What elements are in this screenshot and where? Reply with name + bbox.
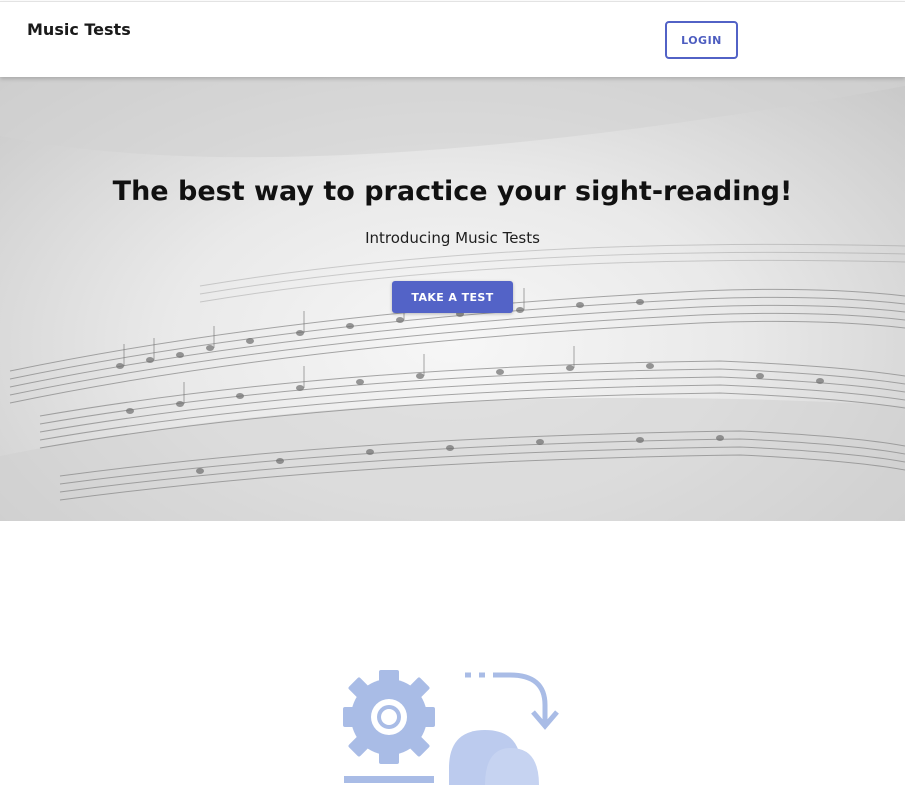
brand-title[interactable]: Music Tests xyxy=(27,20,131,39)
hero-section: The best way to practice your sight-read… xyxy=(0,76,905,521)
top-app-bar: Music Tests LOGIN xyxy=(0,1,905,77)
feature-illustration xyxy=(343,670,559,785)
hero-subtitle: Introducing Music Tests xyxy=(365,229,540,247)
take-a-test-button[interactable]: TAKE A TEST xyxy=(392,281,513,313)
cycle-arrow-icon xyxy=(465,672,559,730)
person-icon xyxy=(449,730,539,785)
gear-icon xyxy=(343,670,435,764)
base-line xyxy=(344,776,434,783)
login-button[interactable]: LOGIN xyxy=(665,21,738,59)
hero-title: The best way to practice your sight-read… xyxy=(112,176,793,207)
